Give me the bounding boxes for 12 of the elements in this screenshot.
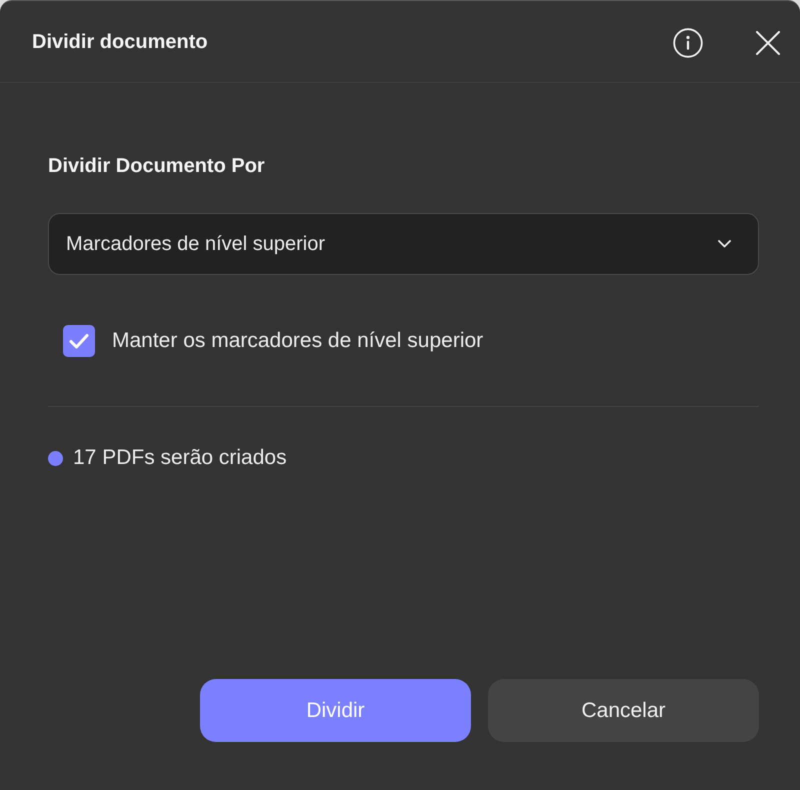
window-title: Dividir documento	[32, 31, 208, 54]
summary-text: 17 PDFs serão criados	[73, 446, 287, 470]
info-icon[interactable]	[673, 28, 703, 58]
chevron-down-icon	[718, 240, 731, 248]
status-dot-icon	[48, 450, 63, 466]
checkbox[interactable]	[63, 325, 95, 357]
cancel-button[interactable]: Cancelar	[488, 679, 759, 742]
checkbox-label: Manter os marcadores de nível superior	[112, 329, 484, 353]
close-icon[interactable]	[756, 30, 780, 54]
dropdown-value: Marcadores de nível superior	[66, 232, 326, 256]
section-label: Dividir Documento Por	[48, 154, 265, 178]
dropdown-field[interactable]: Marcadores de nível superior	[48, 213, 759, 275]
